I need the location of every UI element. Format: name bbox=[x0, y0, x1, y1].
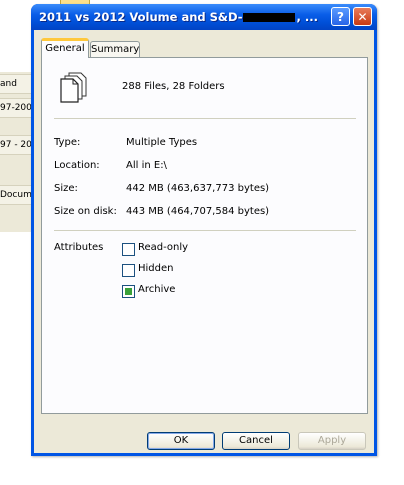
title-bar[interactable]: 2011 vs 2012 Volume and S&D-, ... Pr... … bbox=[31, 4, 377, 30]
window-title-prefix: 2011 vs 2012 Volume and S&D- bbox=[39, 10, 243, 24]
hidden-label[interactable]: Hidden bbox=[138, 263, 173, 274]
location-value: All in E:\ bbox=[126, 160, 167, 171]
dialog-body: General Summary 288 Files, 28 Folders Ty… bbox=[34, 30, 374, 453]
apply-button[interactable]: Apply bbox=[298, 432, 366, 450]
read-only-label[interactable]: Read-only bbox=[138, 242, 188, 253]
archive-checkbox[interactable] bbox=[122, 285, 135, 298]
size-on-disk-value: 443 MB (464,707,584 bytes) bbox=[126, 206, 270, 217]
type-label: Type: bbox=[54, 137, 81, 148]
size-on-disk-label: Size on disk: bbox=[54, 206, 117, 217]
close-icon: ✕ bbox=[357, 10, 368, 24]
window-title-suffix: , ... Pr... bbox=[296, 10, 319, 24]
general-tab-panel: 288 Files, 28 Folders Type: Multiple Typ… bbox=[41, 57, 368, 414]
archive-label[interactable]: Archive bbox=[138, 284, 175, 295]
separator bbox=[54, 118, 356, 119]
separator bbox=[54, 230, 356, 231]
close-button[interactable]: ✕ bbox=[353, 7, 372, 26]
attributes-label: Attributes bbox=[54, 242, 104, 253]
tab-general[interactable]: General bbox=[41, 38, 89, 58]
tab-summary-label: Summary bbox=[91, 44, 140, 55]
size-value: 442 MB (463,637,773 bytes) bbox=[126, 183, 270, 194]
properties-dialog: 2011 vs 2012 Volume and S&D-, ... Pr... … bbox=[31, 4, 377, 456]
cancel-button[interactable]: Cancel bbox=[222, 432, 290, 450]
size-label: Size: bbox=[54, 183, 78, 194]
contents-summary: 288 Files, 28 Folders bbox=[122, 81, 225, 92]
tab-summary[interactable]: Summary bbox=[90, 41, 140, 58]
help-icon: ? bbox=[337, 10, 344, 24]
location-label: Location: bbox=[54, 160, 100, 171]
read-only-checkbox[interactable] bbox=[122, 243, 135, 256]
type-value: Multiple Types bbox=[126, 137, 198, 148]
tab-general-label: General bbox=[45, 43, 85, 54]
help-button[interactable]: ? bbox=[331, 7, 350, 26]
multiple-files-icon bbox=[60, 72, 87, 103]
window-title: 2011 vs 2012 Volume and S&D- , ... Pr... bbox=[39, 9, 319, 25]
screen: and 97-200 97 - 20 Docum 2011 vs 2012 Vo… bbox=[0, 0, 404, 485]
ok-button[interactable]: OK bbox=[147, 432, 215, 450]
redaction-bar bbox=[243, 13, 296, 22]
hidden-checkbox[interactable] bbox=[122, 264, 135, 277]
